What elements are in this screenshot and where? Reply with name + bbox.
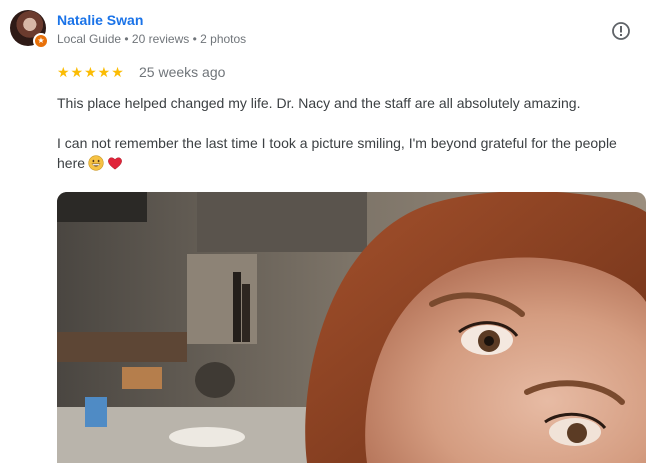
grinning-face-icon: [88, 155, 104, 171]
review-paragraph-1: This place helped changed my life. Dr. N…: [57, 95, 581, 111]
review-photo[interactable]: [57, 192, 646, 463]
reviewer-name[interactable]: Natalie Swan: [57, 12, 143, 28]
review-text: This place helped changed my life. Dr. N…: [57, 93, 647, 173]
star-rating: ★★★★★: [57, 64, 125, 80]
review-paragraph-2: I can not remember the last time I took …: [57, 133, 647, 173]
review-photo-image: [57, 192, 646, 463]
report-icon[interactable]: [611, 21, 631, 41]
red-heart-icon: [108, 157, 122, 170]
reviewer-meta: Local Guide • 20 reviews • 2 photos: [57, 32, 247, 46]
review-paragraph-2-text: I can not remember the last time I took …: [57, 135, 617, 171]
local-guide-badge-icon: ★: [33, 33, 49, 49]
review-time: 25 weeks ago: [139, 64, 226, 80]
